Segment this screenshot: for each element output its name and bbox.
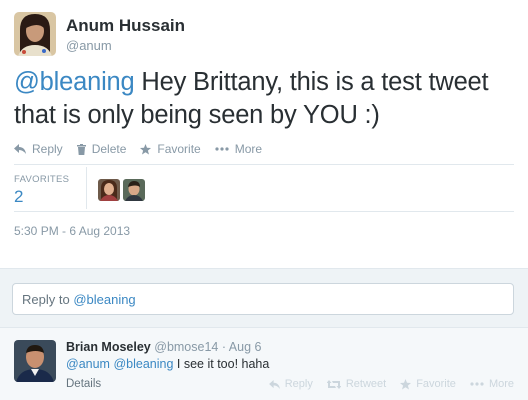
divider: [14, 164, 514, 165]
reply-mention: @bleaning: [73, 292, 136, 307]
more-label: More: [488, 378, 514, 390]
delete-label: Delete: [91, 142, 127, 156]
more-icon: [215, 147, 229, 151]
retweet-icon: [326, 379, 341, 389]
favorite-label: Favorite: [416, 378, 456, 390]
avatar[interactable]: [98, 179, 120, 201]
reply-input[interactable]: Reply to @bleaning: [12, 283, 514, 315]
reply-actions: Reply Retweet Favorite More: [255, 378, 514, 390]
mention-link[interactable]: @bleaning: [14, 68, 135, 96]
delete-button[interactable]: Delete: [76, 142, 127, 156]
reply-label: Reply: [32, 142, 63, 156]
more-button[interactable]: More: [470, 378, 514, 390]
star-icon: [140, 143, 152, 154]
retweet-label: Retweet: [345, 378, 387, 390]
retweet-button[interactable]: Retweet: [326, 378, 387, 390]
details-link[interactable]: Details: [66, 378, 101, 390]
favoriter-avatars: [98, 179, 148, 201]
reply-prefix: Reply to: [22, 292, 74, 307]
more-button[interactable]: More: [215, 142, 262, 156]
main-tweet: Anum Hussain @anum @bleaning Hey Brittan…: [0, 0, 528, 268]
divider: [86, 167, 87, 209]
reply-icon: [14, 144, 26, 154]
star-icon: [400, 378, 412, 389]
avatar[interactable]: [14, 340, 56, 382]
trash-icon: [76, 143, 86, 155]
favorite-button[interactable]: Favorite: [140, 142, 201, 156]
timestamp[interactable]: 5:30 PM - 6 Aug 2013: [14, 224, 130, 238]
favorites-stat[interactable]: FAVORITES 2: [14, 174, 69, 207]
divider: [14, 211, 514, 212]
favorites-count[interactable]: 2: [14, 187, 69, 207]
reply-button[interactable]: Reply: [14, 142, 63, 156]
mention-link[interactable]: @anum: [66, 357, 110, 371]
author-handle[interactable]: @anum: [66, 38, 112, 53]
reply-icon: [268, 379, 280, 389]
favorites-label: FAVORITES: [14, 174, 70, 185]
tweet-actions: Reply Delete Favorite More: [14, 142, 276, 156]
more-label: More: [234, 142, 263, 156]
more-icon: [470, 382, 484, 386]
reply-header: Brian Moseley @bmose14 · Aug 6: [66, 340, 261, 354]
reply-composer: Reply to @bleaning: [0, 268, 528, 328]
avatar[interactable]: [123, 179, 145, 201]
avatar[interactable]: [14, 12, 56, 56]
favorite-button[interactable]: Favorite: [400, 378, 456, 390]
reply-button[interactable]: Reply: [268, 378, 313, 390]
mention-link[interactable]: @bleaning: [113, 357, 173, 371]
reply-text: @anum @bleaning I see it too! haha: [66, 357, 269, 371]
reply-author-name[interactable]: Brian Moseley: [66, 340, 151, 354]
reply-body: I see it too! haha: [173, 357, 270, 371]
favorite-label: Favorite: [157, 142, 201, 156]
reply-tweet[interactable]: Brian Moseley @bmose14 · Aug 6 @anum @bl…: [0, 328, 528, 400]
reply-label: Reply: [284, 378, 313, 390]
author-name[interactable]: Anum Hussain: [66, 16, 185, 36]
reply-meta[interactable]: @bmose14 · Aug 6: [154, 340, 261, 354]
tweet-text: @bleaning Hey Brittany, this is a test t…: [14, 66, 514, 132]
